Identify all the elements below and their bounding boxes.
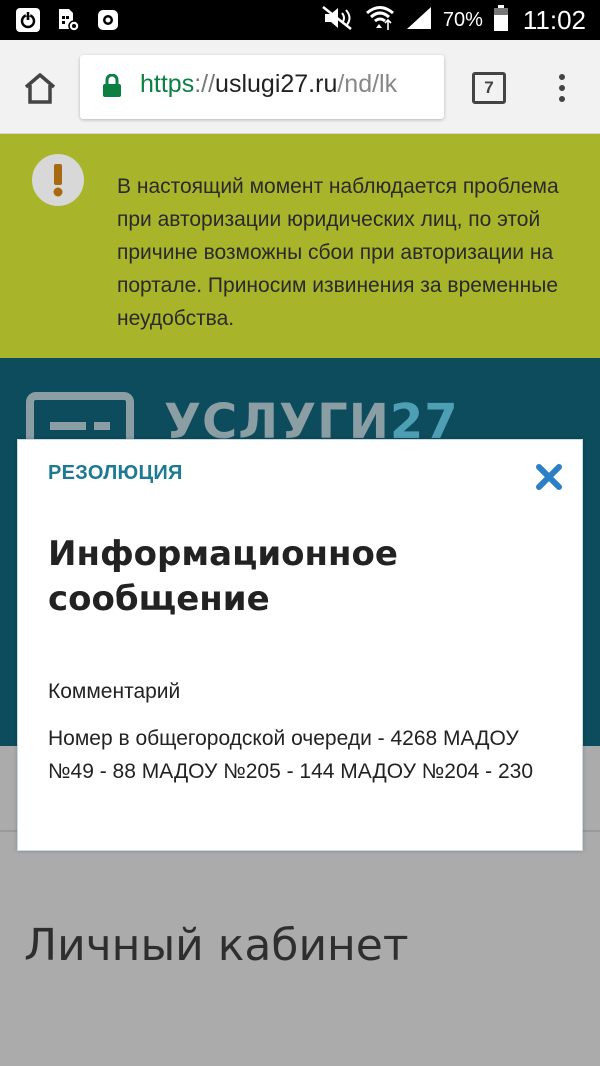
battery-icon bbox=[493, 5, 509, 35]
power-icon bbox=[14, 7, 42, 33]
sim-settings-icon bbox=[54, 7, 82, 33]
overflow-menu-button[interactable] bbox=[550, 68, 574, 108]
clock: 11:02 bbox=[522, 4, 586, 35]
warning-text: В настоящий момент наблюдается проблема … bbox=[117, 175, 559, 330]
home-button[interactable] bbox=[20, 68, 60, 108]
comment-text: Номер в общегородской очереди - 4268 МАД… bbox=[48, 727, 534, 783]
page-title: Личный кабинет bbox=[24, 920, 409, 971]
battery-percent: 70% bbox=[442, 8, 483, 31]
lock-icon bbox=[102, 73, 122, 102]
resolution-dialog: РЕЗОЛЮЦИЯ Информационное сообщение Комме… bbox=[17, 439, 583, 851]
menu-dot-icon bbox=[559, 96, 565, 102]
url-text: https://uslugi27.ru/nd/lk bbox=[140, 70, 398, 98]
dialog-kicker: РЕЗОЛЮЦИЯ bbox=[48, 462, 183, 484]
wifi-icon bbox=[365, 4, 395, 36]
dialog-title: Информационное сообщение bbox=[48, 534, 398, 619]
close-button[interactable] bbox=[534, 462, 564, 492]
close-icon bbox=[536, 464, 562, 490]
address-bar[interactable]: https://uslugi27.ru/nd/lk bbox=[80, 55, 444, 119]
signal-icon bbox=[405, 5, 433, 35]
status-bar: 70% 11:02 bbox=[0, 0, 600, 40]
mute-icon bbox=[321, 5, 355, 35]
tab-switcher-button[interactable]: 7 bbox=[472, 72, 506, 104]
camera-icon bbox=[94, 7, 122, 33]
warning-banner: В настоящий момент наблюдается проблема … bbox=[0, 134, 600, 358]
browser-toolbar: https://uslugi27.ru/nd/lk 7 bbox=[0, 40, 600, 134]
menu-dot-icon bbox=[559, 74, 565, 80]
warning-icon bbox=[32, 154, 84, 206]
home-icon bbox=[24, 73, 56, 104]
comment-label: Комментарий bbox=[48, 680, 181, 703]
menu-dot-icon bbox=[559, 85, 565, 91]
